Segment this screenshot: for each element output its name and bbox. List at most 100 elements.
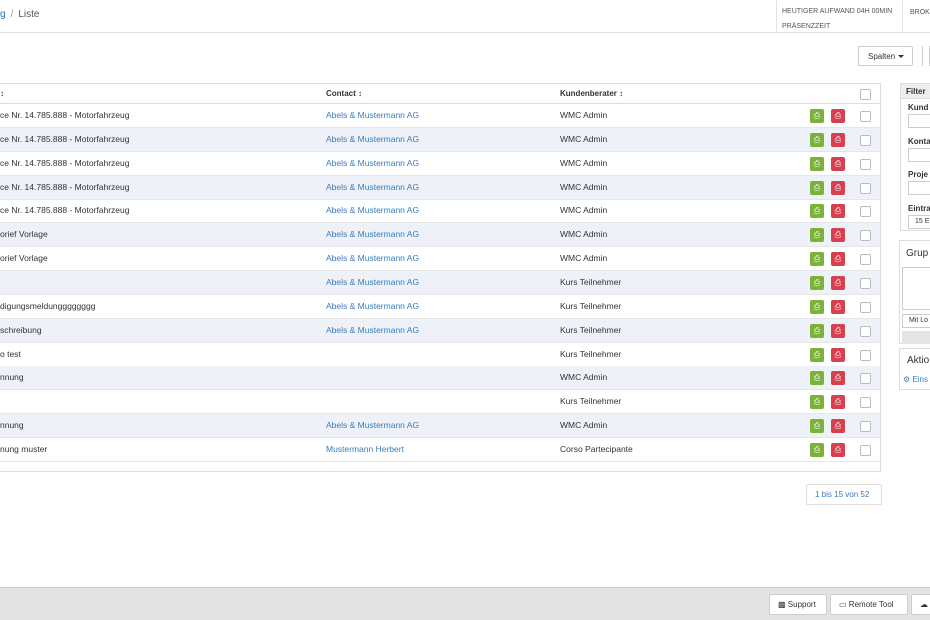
cell-title[interactable]: ce Nr. 14.785.888 - Motorfahrzeug — [0, 182, 129, 192]
pdf-green-icon[interactable]: ⎙ — [810, 252, 824, 267]
table-row[interactable]: schreibung Abels & Mustermann AG Kurs Teil… — [0, 318, 880, 343]
row-checkbox[interactable] — [860, 421, 871, 433]
pdf-green-icon[interactable]: ⎙ — [810, 228, 824, 243]
pdf-green-icon[interactable]: ⎙ — [810, 156, 824, 171]
pdf-red-icon[interactable]: ⎙ — [831, 132, 845, 147]
table-row[interactable]: nnung WMC Admin ⎙ ⎙ — [0, 366, 880, 391]
table-row[interactable]: nnung Abels & Mustermann AG WMC Admin ⎙ ⎙ — [0, 414, 880, 439]
pdf-green-icon[interactable]: ⎙ — [810, 419, 824, 434]
cell-title[interactable]: ce Nr. 14.785.888 - Motorfahrzeug — [0, 110, 129, 120]
row-checkbox[interactable] — [860, 277, 871, 289]
cell-contact[interactable]: Abels & Mustermann AG — [326, 229, 419, 239]
cell-title[interactable]: ce Nr. 14.785.888 - Motorfahrzeug — [0, 158, 129, 168]
pdf-red-icon[interactable]: ⎙ — [831, 395, 845, 410]
table-row[interactable]: Kurs Teilnehmer ⎙ ⎙ — [0, 390, 880, 415]
cell-title[interactable]: orief Vorlage — [0, 229, 48, 239]
filter-entries-select[interactable]: 15 E — [908, 215, 930, 229]
table-row[interactable]: ce Nr. 14.785.888 - Motorfahrzeug Abels &… — [0, 104, 880, 128]
cell-title[interactable]: nnung — [0, 372, 24, 382]
row-checkbox[interactable] — [860, 230, 871, 242]
col-header-title[interactable]: ↕ — [0, 89, 4, 98]
col-header-contact[interactable]: Contact ↕ — [326, 89, 362, 98]
grouping-option[interactable]: Mit Lo — [902, 314, 930, 328]
row-checkbox[interactable] — [860, 397, 871, 409]
cell-contact[interactable]: Abels & Mustermann AG — [326, 420, 419, 430]
pdf-green-icon[interactable]: ⎙ — [810, 132, 824, 147]
table-row[interactable]: ce Nr. 14.785.888 - Motorfahrzeug Abels &… — [0, 175, 880, 200]
pdf-red-icon[interactable]: ⎙ — [831, 371, 845, 386]
cell-title[interactable]: orief Vorlage — [0, 253, 48, 263]
settings-link[interactable]: ⚙ Eins — [903, 375, 928, 384]
cell-contact[interactable]: Abels & Mustermann AG — [326, 277, 419, 287]
pdf-green-icon[interactable]: ⎙ — [810, 323, 824, 338]
pdf-green-icon[interactable]: ⎙ — [810, 204, 824, 219]
table-row[interactable]: orief Vorlage Abels & Mustermann AG WMC Ad… — [0, 247, 880, 272]
table-row[interactable]: o test Kurs Teilnehmer ⎙ ⎙ — [0, 343, 880, 367]
pdf-green-icon[interactable]: ⎙ — [810, 442, 824, 457]
pdf-green-icon[interactable]: ⎙ — [810, 109, 824, 123]
pdf-red-icon[interactable]: ⎙ — [831, 180, 845, 195]
grouping-textarea[interactable] — [902, 267, 930, 310]
row-checkbox[interactable] — [860, 349, 871, 361]
pdf-red-icon[interactable]: ⎙ — [831, 323, 845, 338]
user-menu[interactable]: BROK — [902, 0, 930, 33]
pdf-green-icon[interactable]: ⎙ — [810, 180, 824, 195]
cell-title[interactable]: ce Nr. 14.785.888 - Motorfahrzeug — [0, 134, 129, 144]
pdf-red-icon[interactable]: ⎙ — [831, 252, 845, 267]
table-row[interactable]: nung muster Mustermann Herbert Corso Parte… — [0, 438, 880, 462]
filter-contact-input[interactable] — [908, 148, 930, 162]
breadcrumb-link[interactable]: g — [0, 9, 6, 20]
support-button[interactable]: ▩ Support — [769, 594, 827, 615]
table-row[interactable]: ce Nr. 14.785.888 - Motorfahrzeug Abels &… — [0, 127, 880, 152]
pdf-red-icon[interactable]: ⎙ — [831, 228, 845, 243]
filter-project-input[interactable] — [908, 181, 930, 195]
cell-contact[interactable]: Mustermann Herbert — [326, 444, 404, 454]
pdf-red-icon[interactable]: ⎙ — [831, 109, 845, 123]
pdf-red-icon[interactable]: ⎙ — [831, 275, 845, 290]
select-all-checkbox[interactable] — [860, 89, 871, 100]
row-checkbox[interactable] — [860, 134, 871, 146]
row-checkbox[interactable] — [860, 206, 871, 218]
cell-contact[interactable]: Abels & Mustermann AG — [326, 325, 419, 335]
pdf-red-icon[interactable]: ⎙ — [831, 442, 845, 457]
row-checkbox[interactable] — [860, 254, 871, 266]
filter-customer-input[interactable] — [908, 114, 930, 128]
table-row[interactable]: ce Nr. 14.785.888 - Motorfahrzeug Abels &… — [0, 199, 880, 224]
cell-contact[interactable]: Abels & Mustermann AG — [326, 158, 419, 168]
cell-contact[interactable]: Abels & Mustermann AG — [326, 182, 419, 192]
table-row[interactable]: ce Nr. 14.785.888 - Motorfahrzeug Abels &… — [0, 152, 880, 176]
row-checkbox[interactable] — [860, 182, 871, 194]
pdf-red-icon[interactable]: ⎙ — [831, 347, 845, 362]
pdf-red-icon[interactable]: ⎙ — [831, 299, 845, 314]
row-checkbox[interactable] — [860, 444, 871, 456]
columns-button[interactable]: Spalten — [858, 46, 913, 66]
row-checkbox[interactable] — [860, 158, 871, 170]
cell-title[interactable]: nung muster — [0, 444, 47, 454]
pdf-green-icon[interactable]: ⎙ — [810, 275, 824, 290]
pdf-green-icon[interactable]: ⎙ — [810, 371, 824, 386]
effort-widget[interactable]: HEUTIGER AUFWAND 04H 00MIN PRÄSENZZEIT — [776, 0, 902, 33]
table-row[interactable]: digungsmeldungggggggg Abels & Mustermann … — [0, 295, 880, 319]
pdf-green-icon[interactable]: ⎙ — [810, 347, 824, 362]
cell-title[interactable]: digungsmeldungggggggg — [0, 301, 95, 311]
row-checkbox[interactable] — [860, 111, 871, 122]
cell-contact[interactable]: Abels & Mustermann AG — [326, 205, 419, 215]
cloud-button[interactable]: ☁ — [911, 594, 930, 615]
table-row[interactable]: Abels & Mustermann AG Kurs Teilnehmer ⎙ ⎙ — [0, 270, 880, 295]
cell-contact[interactable]: Abels & Mustermann AG — [326, 134, 419, 144]
cell-title[interactable]: schreibung — [0, 325, 42, 335]
pdf-red-icon[interactable]: ⎙ — [831, 204, 845, 219]
col-header-advisor[interactable]: Kundenberater ↕ — [560, 89, 623, 98]
row-checkbox[interactable] — [860, 373, 871, 385]
pdf-green-icon[interactable]: ⎙ — [810, 395, 824, 410]
row-checkbox[interactable] — [860, 301, 871, 313]
table-row[interactable]: orief Vorlage Abels & Mustermann AG WMC Ad… — [0, 223, 880, 248]
cell-title[interactable]: ce Nr. 14.785.888 - Motorfahrzeug — [0, 205, 129, 215]
remote-tool-button[interactable]: ▭ Remote Tool — [830, 594, 908, 615]
row-checkbox[interactable] — [860, 325, 871, 337]
pdf-red-icon[interactable]: ⎙ — [831, 419, 845, 434]
cell-contact[interactable]: Abels & Mustermann AG — [326, 110, 419, 120]
cell-contact[interactable]: Abels & Mustermann AG — [326, 253, 419, 263]
cell-contact[interactable]: Abels & Mustermann AG — [326, 301, 419, 311]
cell-title[interactable]: nnung — [0, 420, 24, 430]
